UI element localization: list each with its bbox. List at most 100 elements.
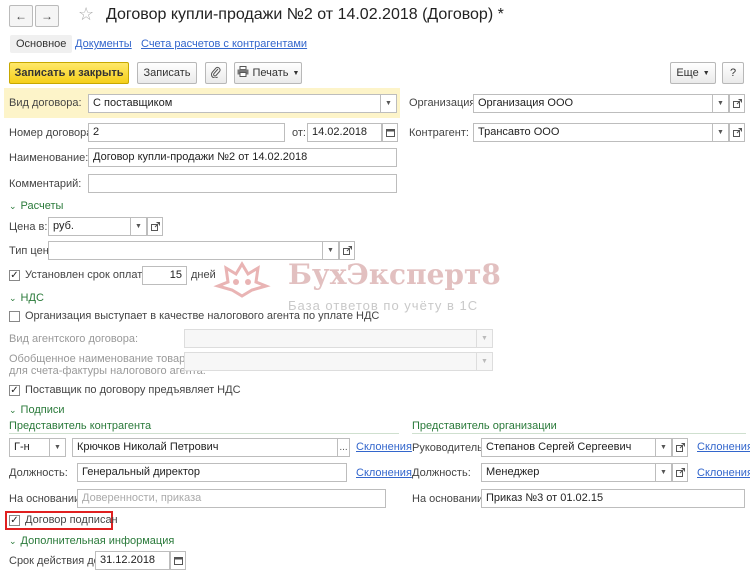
cp-person-field[interactable]: Крючков Николай Петрович	[72, 438, 338, 457]
forward-button[interactable]: →	[35, 5, 59, 27]
print-label: Печать	[252, 67, 289, 79]
payment-term-label: Установлен срок оплаты	[25, 269, 151, 281]
attach-button[interactable]	[205, 62, 227, 84]
save-and-close-button[interactable]: Записать и закрыть	[9, 62, 129, 84]
price-in-field[interactable]: руб.	[48, 217, 131, 236]
calendar-icon	[385, 129, 395, 137]
tab-main[interactable]: Основное	[10, 35, 73, 53]
signatures-section-header[interactable]: ⌄ Подписи	[9, 404, 65, 416]
org-person-field[interactable]: Степанов Сергей Сергеевич	[481, 438, 656, 457]
org-basis-label: На основании:	[412, 493, 487, 505]
organization-field[interactable]: Организация ООО	[473, 94, 713, 113]
supplier-vat-checkbox[interactable]: ✓	[9, 385, 20, 396]
page-title: Договор купли-продажи №2 от 14.02.2018 (…	[106, 6, 504, 23]
org-rep-divider	[412, 433, 746, 434]
chevron-down-icon: ▼	[717, 100, 724, 107]
star-icon[interactable]: ☆	[78, 4, 94, 25]
help-button[interactable]: ?	[722, 62, 744, 84]
chevron-down-icon: ⌄	[9, 292, 17, 303]
comment-label: Комментарий:	[9, 178, 82, 190]
salutation-field[interactable]: Г-н	[9, 438, 50, 457]
back-button[interactable]: ←	[9, 5, 33, 27]
generalized-name-dropdown[interactable]: ▼	[477, 352, 493, 371]
chevron-down-icon: ▼	[481, 335, 488, 342]
counterparty-dropdown[interactable]: ▼	[713, 123, 729, 142]
save-button[interactable]: Записать	[137, 62, 197, 84]
valid-until-field[interactable]: 31.12.2018	[95, 551, 170, 570]
chevron-down-icon: ▼	[660, 469, 667, 476]
counterparty-label: Контрагент:	[409, 127, 469, 139]
arrow-right-icon: →	[41, 9, 53, 23]
organization-dropdown[interactable]: ▼	[713, 94, 729, 113]
settlements-section-header[interactable]: ⌄ Расчеты	[9, 200, 63, 212]
contract-type-dropdown[interactable]: ▼	[381, 94, 397, 113]
chevron-down-icon: ▼	[292, 69, 300, 77]
tax-agent-checkbox[interactable]	[9, 311, 20, 322]
chevron-down-icon: ▼	[54, 444, 61, 451]
vat-section-title: НДС	[20, 292, 44, 304]
head-label: Руководитель:	[412, 442, 486, 454]
tab-documents[interactable]: Документы	[75, 38, 132, 50]
more-button[interactable]: Еще ▼	[670, 62, 716, 84]
open-form-icon	[675, 468, 685, 477]
generalized-name-field[interactable]	[184, 352, 477, 371]
cp-basis-field[interactable]: Доверенности, приказа	[77, 489, 386, 508]
name-field[interactable]: Договор купли-продажи №2 от 14.02.2018	[88, 148, 397, 167]
supplier-vat-label: Поставщик по договору предъявляет НДС	[25, 384, 241, 396]
org-position-field[interactable]: Менеджер	[481, 463, 656, 482]
chevron-down-icon: ⌄	[9, 535, 17, 546]
print-button[interactable]: Печать ▼	[234, 62, 302, 84]
date-field[interactable]: 14.02.2018	[307, 123, 382, 142]
tab-accounts[interactable]: Счета расчетов с контрагентами	[141, 38, 307, 50]
price-in-open-button[interactable]	[147, 217, 163, 236]
cp-position-declension-link[interactable]: Склонения	[356, 467, 412, 479]
cp-position-field[interactable]: Генеральный директор	[77, 463, 347, 482]
chevron-down-icon: ▼	[660, 444, 667, 451]
price-in-dropdown[interactable]: ▼	[131, 217, 147, 236]
chevron-down-icon: ▼	[717, 129, 724, 136]
valid-until-calendar-button[interactable]	[170, 551, 186, 570]
more-label: Еще	[676, 67, 699, 79]
comment-field[interactable]	[88, 174, 397, 193]
open-form-icon	[342, 246, 352, 255]
contract-number-field[interactable]: 2	[88, 123, 285, 142]
salutation-dropdown[interactable]: ▼	[50, 438, 66, 457]
cp-rep-title: Представитель контрагента	[9, 420, 152, 432]
cp-person-declension-link[interactable]: Склонения	[356, 441, 412, 453]
org-position-open-button[interactable]	[672, 463, 688, 482]
cp-person-select-button[interactable]: ...	[338, 438, 350, 457]
additional-section-title: Дополнительная информация	[20, 535, 175, 547]
date-calendar-button[interactable]	[382, 123, 398, 142]
agent-contract-dropdown[interactable]: ▼	[477, 329, 493, 348]
arrow-left-icon: ←	[15, 9, 27, 23]
organization-open-button[interactable]	[729, 94, 745, 113]
chevron-down-icon: ▼	[327, 247, 334, 254]
agent-contract-label: Вид агентского договора:	[9, 333, 139, 345]
organization-label: Организация:	[409, 97, 479, 109]
contract-type-field[interactable]: С поставщиком	[88, 94, 381, 113]
org-basis-field[interactable]: Приказ №3 от 01.02.15	[481, 489, 745, 508]
chevron-down-icon: ⌄	[9, 404, 17, 415]
generalized-name-label-2: для счета-фактуры налогового агента:	[9, 365, 206, 377]
additional-section-header[interactable]: ⌄ Дополнительная информация	[9, 535, 174, 547]
org-rep-title: Представитель организации	[412, 420, 557, 432]
price-type-field[interactable]	[48, 241, 323, 260]
signed-checkbox[interactable]: ✓	[9, 515, 20, 526]
org-position-dropdown[interactable]: ▼	[656, 463, 672, 482]
price-in-label: Цена в:	[9, 221, 48, 233]
counterparty-open-button[interactable]	[729, 123, 745, 142]
watermark-logo	[212, 258, 272, 301]
checkmark-icon: ✓	[10, 514, 19, 526]
org-position-declension-link[interactable]: Склонения	[697, 467, 750, 479]
org-person-open-button[interactable]	[672, 438, 688, 457]
org-position-label: Должность:	[412, 467, 471, 479]
vat-section-header[interactable]: ⌄ НДС	[9, 292, 44, 304]
org-person-declension-link[interactable]: Склонения	[697, 441, 750, 453]
counterparty-field[interactable]: Трансавто ООО	[473, 123, 713, 142]
cp-rep-divider	[9, 433, 399, 434]
org-person-dropdown[interactable]: ▼	[656, 438, 672, 457]
payment-days-field[interactable]: 15	[142, 266, 187, 285]
chevron-down-icon: ▼	[385, 100, 392, 107]
payment-term-checkbox[interactable]: ✓	[9, 270, 20, 281]
agent-contract-field[interactable]	[184, 329, 477, 348]
